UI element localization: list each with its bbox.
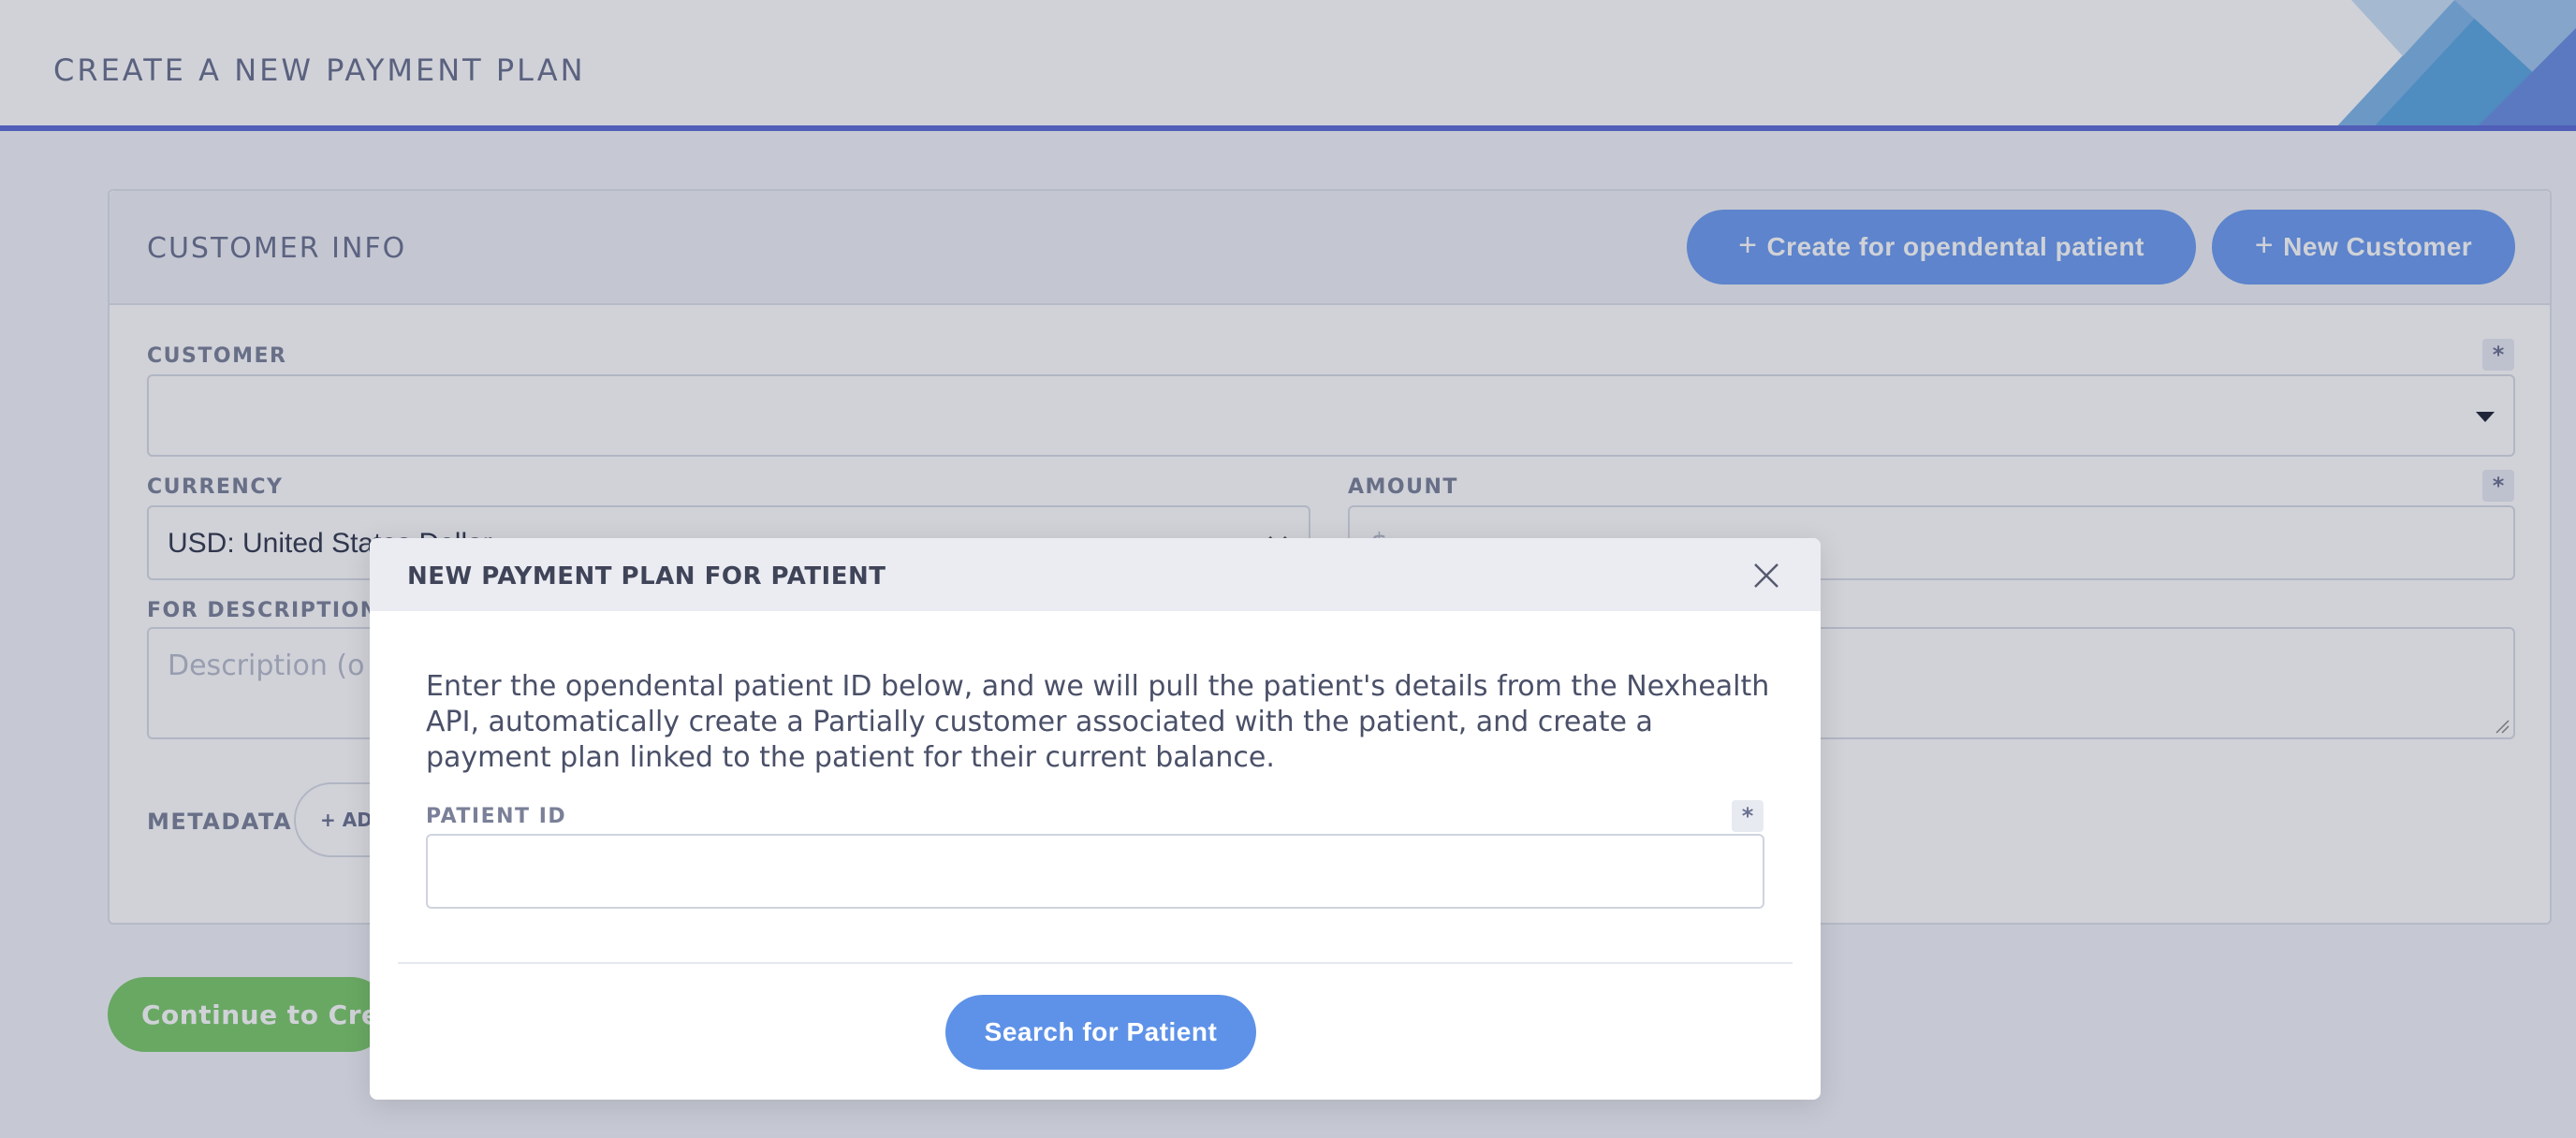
close-icon xyxy=(1754,563,1778,588)
search-patient-button[interactable]: Search for Patient xyxy=(945,995,1256,1070)
modal-divider xyxy=(398,962,1793,964)
modal-title: NEW PAYMENT PLAN FOR PATIENT xyxy=(407,562,886,591)
patient-modal: NEW PAYMENT PLAN FOR PATIENT Enter the o… xyxy=(370,538,1821,1100)
required-badge: * xyxy=(1732,800,1764,832)
patient-id-input[interactable] xyxy=(426,834,1764,909)
modal-header: NEW PAYMENT PLAN FOR PATIENT xyxy=(370,538,1821,611)
close-button[interactable] xyxy=(1748,557,1785,594)
patient-id-label: PATIENT ID xyxy=(426,805,567,828)
modal-description: Enter the opendental patient ID below, a… xyxy=(426,670,1770,774)
